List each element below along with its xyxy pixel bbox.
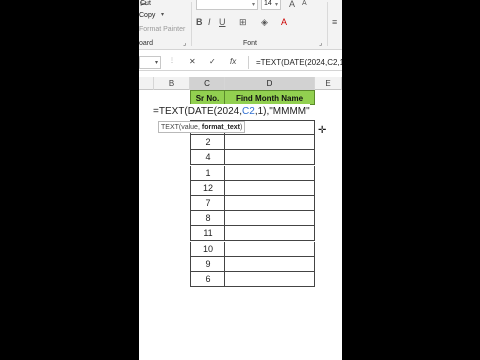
sr-no-cell[interactable]: 7 (190, 196, 225, 211)
underline-icon[interactable]: U (219, 17, 226, 27)
sr-no-cell[interactable]: 12 (190, 180, 225, 196)
month-name-cell[interactable] (224, 226, 315, 242)
editor-text: ,1),"MMMM" (254, 106, 310, 117)
month-name-cell[interactable] (224, 135, 315, 151)
column-header[interactable]: B (154, 77, 190, 90)
chevron-down-icon[interactable]: ▾ (252, 1, 255, 8)
cut-button[interactable]: Cut (140, 0, 151, 7)
ribbon-divider (191, 2, 192, 46)
tooltip-text: TEXT(value, (161, 124, 202, 131)
format-painter-button[interactable]: Format Painter (139, 26, 185, 33)
italic-icon[interactable]: I (208, 17, 211, 27)
font-size-value: 14 (264, 0, 272, 7)
cancel-icon[interactable]: ✕ (189, 57, 196, 66)
dialog-launcher-icon[interactable]: ⌟ (183, 39, 186, 47)
month-name-cell[interactable] (224, 211, 315, 227)
month-name-cell[interactable] (224, 180, 315, 196)
column-header[interactable]: E (315, 77, 342, 90)
copy-button[interactable]: Copy (139, 12, 155, 19)
formula-input[interactable]: =TEXT(DATE(2024,C2,1), (256, 58, 342, 67)
column-header[interactable]: C (190, 77, 225, 90)
month-name-cell[interactable] (224, 241, 315, 257)
align-left-icon[interactable]: ≡ (332, 17, 337, 27)
name-box[interactable]: ▾ (139, 56, 161, 69)
video-frame: ✂ Cut Copy ▾ Format Painter oard ⌟ ▾ 14 … (0, 0, 480, 360)
month-name-cell[interactable] (224, 150, 315, 166)
sr-no-cell[interactable]: 9 (190, 256, 225, 272)
enter-icon[interactable]: ✓ (209, 57, 216, 66)
font-name-combo[interactable]: ▾ (196, 0, 258, 10)
tooltip-current-argument[interactable]: format_text (202, 124, 240, 131)
dialog-launcher-icon[interactable]: ⌟ (319, 39, 322, 47)
column-header[interactable]: D (225, 77, 315, 90)
font-size-combo[interactable]: 14 ▾ (261, 0, 281, 10)
month-name-cell[interactable] (224, 256, 315, 272)
sr-no-cell[interactable]: 10 (190, 241, 225, 257)
sr-no-cell[interactable]: 4 (190, 150, 225, 166)
sr-no-cell[interactable]: 1 (190, 165, 225, 181)
formula-bar: ▾ ⋮ ✕ ✓ fx =TEXT(DATE(2024,C2,1), (139, 54, 342, 71)
more-icon: ⋮ (169, 58, 175, 64)
sr-no-cell[interactable]: 8 (190, 211, 225, 227)
ribbon-divider (327, 2, 328, 46)
month-name-cell[interactable] (224, 165, 315, 181)
grow-font-icon[interactable]: A (289, 0, 295, 9)
excel-window: ✂ Cut Copy ▾ Format Painter oard ⌟ ▾ 14 … (139, 0, 342, 360)
font-color-icon[interactable]: A (281, 17, 287, 27)
column-headers: B C D E (139, 77, 342, 90)
cell-editor[interactable]: =TEXT(DATE(2024,C2,1),"MMMM" (153, 104, 310, 119)
editor-text: =TEXT(DATE(2024, (153, 106, 243, 117)
select-all-corner[interactable] (139, 77, 154, 90)
month-name-cell[interactable] (224, 196, 315, 211)
chevron-down-icon[interactable]: ▾ (275, 1, 278, 8)
sr-no-cell[interactable]: 6 (190, 272, 225, 287)
chevron-down-icon[interactable]: ▾ (161, 11, 164, 18)
mouse-cursor-icon: ✛ (318, 125, 327, 136)
ribbon: ✂ Cut Copy ▾ Format Painter oard ⌟ ▾ 14 … (139, 0, 342, 50)
header-cell-month-name[interactable]: Find Month Name (224, 90, 315, 105)
header-cell-sr-no[interactable]: Sr No. (190, 90, 225, 105)
insert-function-button[interactable]: fx (230, 57, 236, 66)
shrink-font-icon[interactable]: A (302, 0, 307, 7)
month-name-cell[interactable] (224, 272, 315, 287)
editor-cell-reference: C2 (242, 106, 255, 117)
chevron-down-icon[interactable]: ▾ (155, 59, 158, 66)
function-tooltip: TEXT(value, format_text) (158, 121, 246, 133)
clipboard-group-label: oard (139, 40, 154, 47)
font-group-label: Font (243, 40, 258, 47)
borders-icon[interactable]: ⊞ (239, 17, 247, 28)
bold-icon[interactable]: B (196, 17, 203, 27)
tooltip-text: ) (239, 124, 243, 131)
sr-no-cell[interactable]: 2 (190, 135, 225, 151)
sr-no-cell[interactable]: 11 (190, 226, 225, 242)
fill-color-icon[interactable]: ◈ (261, 17, 268, 28)
formula-bar-divider (248, 56, 249, 69)
